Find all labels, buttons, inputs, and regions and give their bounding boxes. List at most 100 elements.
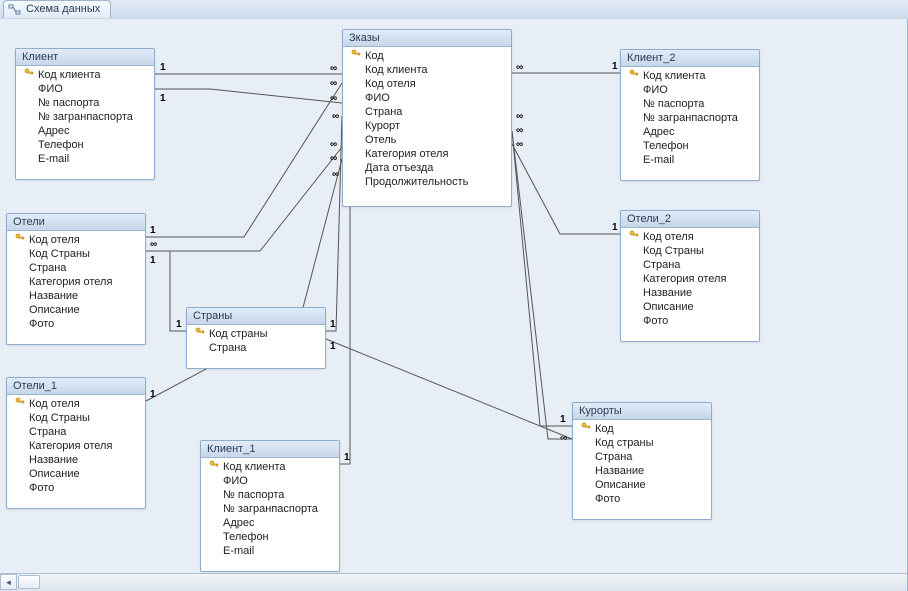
field-row[interactable]: Название	[621, 286, 759, 300]
field-row[interactable]: Код клиента	[343, 63, 511, 77]
primary-key-icon	[13, 233, 27, 248]
field-row[interactable]: № загранпаспорта	[16, 110, 154, 124]
field-name: Категория отеля	[363, 147, 507, 161]
field-row[interactable]: Код страны	[573, 436, 711, 450]
field-row[interactable]: Страна	[621, 258, 759, 272]
field-row[interactable]: Код Страны	[7, 247, 145, 261]
table-header[interactable]: Отели_1	[7, 378, 145, 395]
table-header[interactable]: Клиент_1	[201, 441, 339, 458]
field-row[interactable]: Описание	[7, 303, 145, 317]
field-row[interactable]: Продолжительность	[343, 175, 511, 189]
field-row[interactable]: ФИО	[621, 83, 759, 97]
field-row[interactable]: № паспорта	[201, 488, 339, 502]
field-row[interactable]: Название	[7, 289, 145, 303]
field-row[interactable]: Описание	[573, 478, 711, 492]
relationships-canvas[interactable]: 1∞1∞1∞1∞1∞1∞1∞1∞1∞1∞1∞1∞∞ КлиентКод клие…	[0, 19, 908, 573]
table-zakazy[interactable]: ЗказыКодКод клиентаКод отеляФИОСтранаКур…	[342, 29, 512, 207]
field-row[interactable]: Описание	[7, 467, 145, 481]
svg-text:∞: ∞	[516, 62, 523, 73]
field-row[interactable]: Отель	[343, 133, 511, 147]
table-oteli_2[interactable]: Отели_2 Код отеляКод СтраныСтранаКатегори…	[620, 210, 760, 342]
field-row[interactable]: Код	[343, 49, 511, 63]
table-kurorty[interactable]: Курорты КодКод страныСтранаНазваниеОписан…	[572, 402, 712, 520]
svg-text:1: 1	[160, 93, 166, 104]
horizontal-scrollbar[interactable]: ◄	[0, 573, 908, 591]
field-row[interactable]: Фото	[7, 317, 145, 331]
field-row[interactable]: Страна	[573, 450, 711, 464]
field-name: Название	[27, 289, 141, 303]
field-row[interactable]: Страна	[7, 425, 145, 439]
table-klient[interactable]: Клиент Код клиентаФИО№ паспорта№ загранпа…	[15, 48, 155, 180]
field-row[interactable]: Код Страны	[7, 411, 145, 425]
field-row[interactable]: Категория отеля	[343, 147, 511, 161]
field-row[interactable]: Категория отеля	[7, 439, 145, 453]
field-name: Код клиента	[36, 68, 150, 82]
table-oteli[interactable]: Отели Код отеляКод СтраныСтранаКатегория …	[6, 213, 146, 345]
field-row[interactable]: ФИО	[201, 474, 339, 488]
field-row[interactable]: Код страны	[187, 327, 325, 341]
table-oteli_1[interactable]: Отели_1 Код отеляКод СтраныСтранаКатегори…	[6, 377, 146, 509]
field-name: Код страны	[207, 327, 321, 341]
field-row[interactable]: Телефон	[201, 530, 339, 544]
svg-text:1: 1	[330, 319, 336, 330]
field-row[interactable]: Страна	[343, 105, 511, 119]
table-header[interactable]: Клиент_2	[621, 50, 759, 67]
field-row[interactable]: Страна	[187, 341, 325, 355]
field-row[interactable]: Категория отеля	[7, 275, 145, 289]
field-row[interactable]: Категория отеля	[621, 272, 759, 286]
field-row[interactable]: Код клиента	[621, 69, 759, 83]
table-klient_1[interactable]: Клиент_1 Код клиентаФИО№ паспорта№ загран…	[200, 440, 340, 572]
field-row[interactable]: Адрес	[16, 124, 154, 138]
field-row[interactable]: Код клиента	[16, 68, 154, 82]
table-header[interactable]: Курорты	[573, 403, 711, 420]
field-row[interactable]: Курорт	[343, 119, 511, 133]
table-header[interactable]: Зказы	[343, 30, 511, 47]
table-klient_2[interactable]: Клиент_2 Код клиентаФИО№ паспорта№ загран…	[620, 49, 760, 181]
field-row[interactable]: Фото	[7, 481, 145, 495]
field-name: Описание	[27, 467, 141, 481]
scroll-left-button[interactable]: ◄	[0, 574, 17, 590]
table-strany[interactable]: Страны Код страныСтрана	[186, 307, 326, 369]
field-row[interactable]: Адрес	[201, 516, 339, 530]
field-row[interactable]: Код Страны	[621, 244, 759, 258]
field-row[interactable]: Код отеля	[7, 397, 145, 411]
field-row[interactable]: Фото	[573, 492, 711, 506]
table-header[interactable]: Клиент	[16, 49, 154, 66]
svg-text:1: 1	[160, 62, 166, 73]
field-row[interactable]: Дата отъезда	[343, 161, 511, 175]
field-name: ФИО	[363, 91, 507, 105]
field-row[interactable]: Код отеля	[343, 77, 511, 91]
field-row[interactable]: Код	[573, 422, 711, 436]
field-row[interactable]: ФИО	[16, 82, 154, 96]
scrollbar-thumb[interactable]	[18, 575, 40, 589]
table-header[interactable]: Страны	[187, 308, 325, 325]
svg-text:1: 1	[612, 61, 618, 72]
field-row[interactable]: E-mail	[201, 544, 339, 558]
field-row[interactable]: Код клиента	[201, 460, 339, 474]
field-row[interactable]: Телефон	[621, 139, 759, 153]
svg-text:∞: ∞	[560, 433, 567, 444]
field-row[interactable]: № загранпаспорта	[201, 502, 339, 516]
field-row[interactable]: Название	[573, 464, 711, 478]
field-row[interactable]: Фото	[621, 314, 759, 328]
field-name: Категория отеля	[27, 275, 141, 289]
field-row[interactable]: № паспорта	[621, 97, 759, 111]
field-row[interactable]: Страна	[7, 261, 145, 275]
table-header[interactable]: Отели_2	[621, 211, 759, 228]
field-row[interactable]: № паспорта	[16, 96, 154, 110]
primary-key-icon	[627, 69, 641, 84]
field-row[interactable]: Адрес	[621, 125, 759, 139]
field-row[interactable]: E-mail	[621, 153, 759, 167]
field-row[interactable]: Код отеля	[621, 230, 759, 244]
table-header[interactable]: Отели	[7, 214, 145, 231]
field-row[interactable]: № загранпаспорта	[621, 111, 759, 125]
table-body: КодКод клиентаКод отеляФИОСтранаКурортОт…	[343, 47, 511, 191]
field-row[interactable]: ФИО	[343, 91, 511, 105]
field-row[interactable]: Телефон	[16, 138, 154, 152]
field-name: E-mail	[36, 152, 150, 166]
relationships-tab[interactable]: Схема данных	[3, 0, 111, 18]
field-row[interactable]: Описание	[621, 300, 759, 314]
field-row[interactable]: Код отеля	[7, 233, 145, 247]
field-row[interactable]: Название	[7, 453, 145, 467]
field-row[interactable]: E-mail	[16, 152, 154, 166]
